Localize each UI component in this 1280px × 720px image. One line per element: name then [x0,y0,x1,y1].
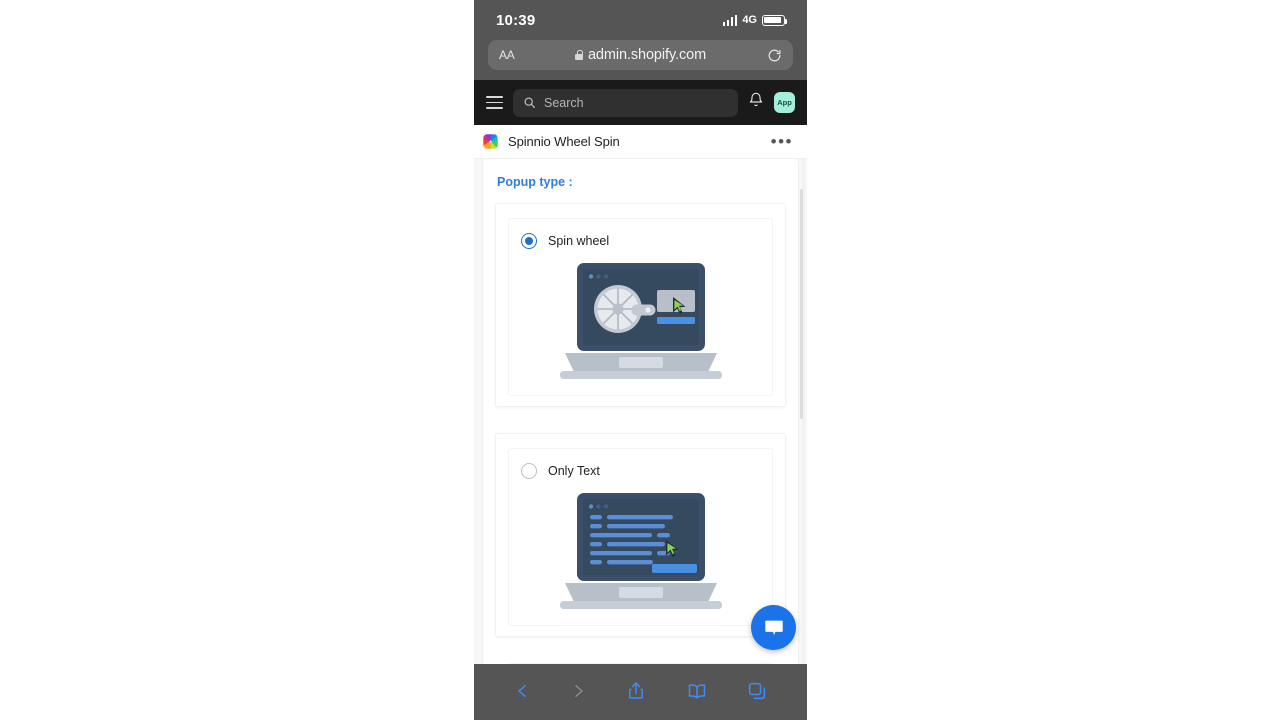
forward-button[interactable] [570,679,587,703]
back-button[interactable] [514,679,531,703]
hamburger-menu-icon[interactable] [486,95,503,110]
status-indicators: 4G [722,14,788,26]
search-placeholder: Search [544,95,584,110]
signal-bars-icon [722,14,738,26]
phone-viewport: 10:39 4G AA admin.shopify.com Search App… [474,0,807,720]
search-input[interactable]: Search [513,88,738,117]
tabs-button[interactable] [747,681,767,701]
address-bar-center: admin.shopify.com [488,47,793,63]
search-icon [524,97,536,109]
option-label-only-text: Only Text [548,464,600,478]
screenshot-root: 10:39 4G AA admin.shopify.com Search App… [0,0,1280,720]
safari-bottom-toolbar [474,664,807,720]
spinnio-wheel-app-icon [482,133,499,150]
chevron-left-icon [517,684,526,698]
app-badge[interactable]: App [774,92,795,113]
reload-icon[interactable] [767,48,782,63]
share-button[interactable] [626,680,646,702]
app-header: Spinnio Wheel Spin ••• [474,125,807,159]
chevron-right-icon [575,684,583,698]
radio-row-spin-wheel[interactable]: Spin wheel [521,233,760,249]
tabs-icon [749,682,766,700]
content-scroll-area[interactable]: Popup type : Spin wheel Only Text [474,159,807,664]
url-text: admin.shopify.com [587,47,707,63]
option-inner-spin-wheel: Spin wheel [508,218,773,396]
popup-type-panel: Popup type : Spin wheel Only Text [483,159,798,664]
option-inner-only-text: Only Text [508,448,773,626]
network-type-label: 4G [742,14,757,26]
laptop-only-text-illustration [559,493,722,609]
option-label-spin-wheel: Spin wheel [548,234,610,248]
radio-row-only-text[interactable]: Only Text [521,463,760,479]
shopify-top-nav: Search App [474,80,807,125]
section-title: Popup type : [497,175,573,189]
laptop-spin-wheel-illustration [559,263,722,379]
radio-spin-wheel[interactable] [521,233,537,249]
bookmarks-button[interactable] [686,681,708,701]
status-time: 10:39 [496,11,536,29]
bell-icon[interactable] [748,92,764,113]
browser-address-area: AA admin.shopify.com [474,40,807,80]
chat-bubble-icon[interactable] [751,605,796,650]
lock-icon [574,50,584,60]
more-horizontal-icon[interactable]: ••• [771,133,793,150]
address-bar[interactable]: AA admin.shopify.com [488,40,793,70]
share-icon [629,682,644,699]
page-title: Spinnio Wheel Spin [508,134,620,149]
option-card-spin-wheel[interactable]: Spin wheel [495,203,786,407]
battery-icon [762,14,788,26]
radio-only-text[interactable] [521,463,537,479]
status-bar: 10:39 4G [474,0,807,40]
popup-type-option-list: Spin wheel Only Text [483,203,798,664]
text-size-button[interactable]: AA [499,48,515,62]
option-card-only-text[interactable]: Only Text [495,433,786,637]
scrollbar-track[interactable] [800,159,805,664]
scrollbar-thumb[interactable] [800,189,803,419]
book-icon [688,684,706,699]
